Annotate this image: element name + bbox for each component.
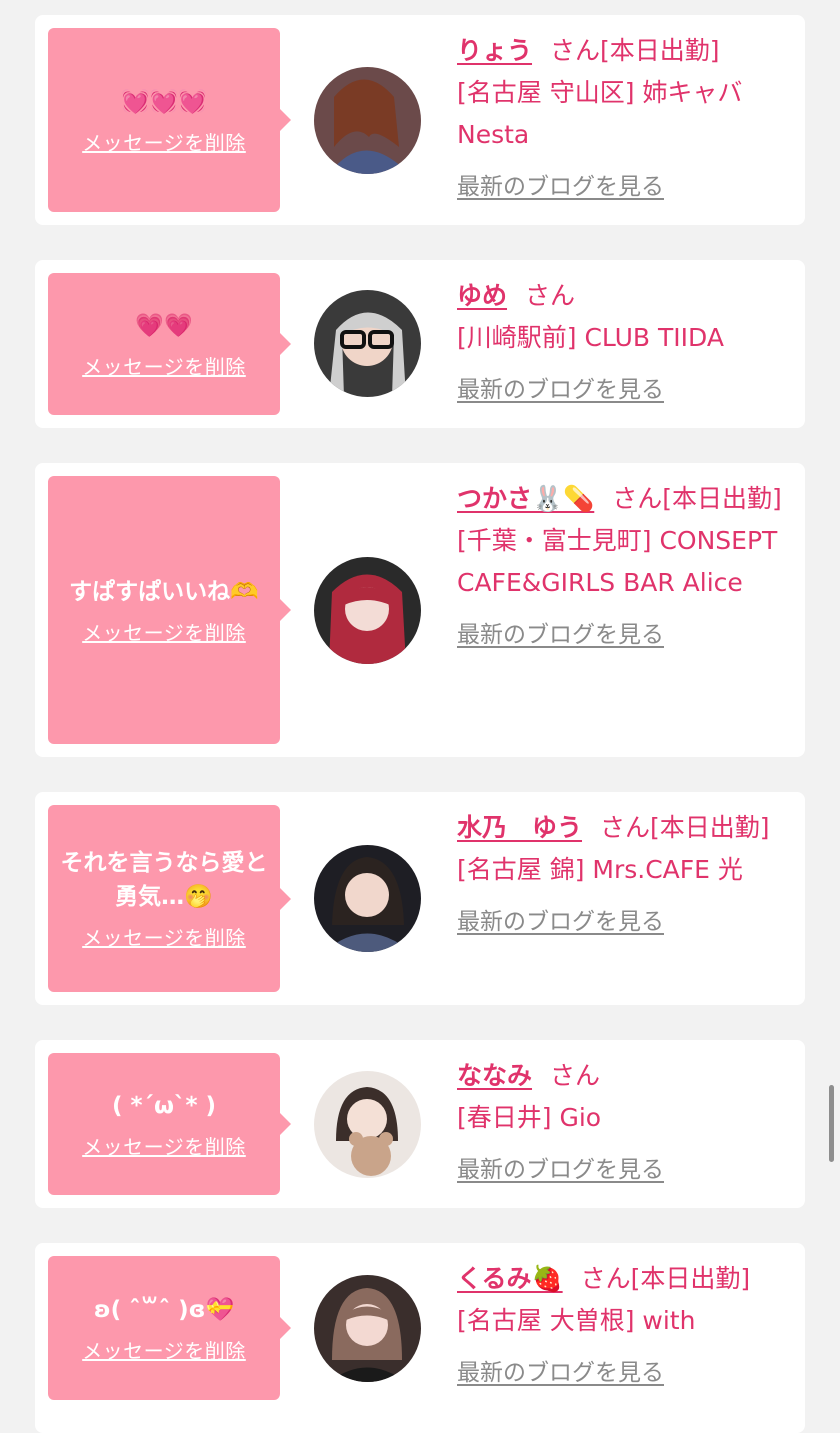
cast-info: りょう さん[本日出勤] [名古屋 守山区] 姉キャバ Nesta 最新のブログを… (457, 30, 792, 208)
message-card: ( *´ω`* ) メッセージを削除 ななみ さん [春日井] Gio 最新のブロ… (35, 1040, 805, 1208)
shop-name: [春日井] Gio (457, 1103, 602, 1132)
delete-message-button[interactable]: メッセージを削除 (82, 1335, 246, 1364)
honorific: さん (612, 484, 663, 513)
cast-name-link[interactable]: 水乃 ゆう (457, 813, 582, 842)
latest-blog-link[interactable]: 最新のブログを見る (457, 901, 664, 943)
delete-message-button[interactable]: メッセージを削除 (82, 127, 246, 156)
honorific: さん (580, 1264, 631, 1293)
delete-message-button[interactable]: メッセージを削除 (82, 1131, 246, 1160)
avatar[interactable] (314, 67, 421, 174)
cast-info: くるみ🍓 さん[本日出勤] [名古屋 大曽根] with 最新のブログを見る (457, 1258, 792, 1394)
message-card: それを言うなら愛と勇気…🤭 メッセージを削除 水乃 ゆう さん[本日出勤] [名古… (35, 792, 805, 1005)
cast-name-link[interactable]: くるみ🍓 (457, 1264, 563, 1293)
cast-info: ゆめ さん [川崎駅前] CLUB TIIDA 最新のブログを見る (457, 275, 792, 411)
honorific: さん (550, 1061, 601, 1090)
message-bubble: ( *´ω`* ) メッセージを削除 (48, 1053, 291, 1195)
honorific: さん (550, 36, 601, 65)
message-card: 💓💓💓 メッセージを削除 りょう さん[本日出勤] [名古屋 守山区] 姉キャバ … (35, 15, 805, 225)
cast-name-link[interactable]: ゆめ (457, 281, 507, 310)
cast-info: ななみ さん [春日井] Gio 最新のブログを見る (457, 1055, 792, 1191)
shop-name: [名古屋 錦] Mrs.CAFE 光 (457, 855, 743, 884)
message-bubble: それを言うなら愛と勇気…🤭 メッセージを削除 (48, 805, 291, 992)
message-text: 💓💓💓 (121, 88, 207, 115)
message-card: ʚ( ˆ꒳ˆ )ɞ💝 メッセージを削除 くるみ🍓 さん[本日出勤] [名古屋 大曽… (35, 1243, 805, 1433)
message-text: それを言うなら愛と勇気…🤭 (60, 850, 268, 910)
avatar[interactable] (314, 1071, 421, 1178)
avatar[interactable] (314, 845, 421, 952)
cast-name-link[interactable]: つかさ🐰💊 (457, 484, 594, 513)
message-text: 💗💗 (135, 312, 193, 339)
avatar-photo-icon (314, 557, 421, 664)
latest-blog-link[interactable]: 最新のブログを見る (457, 1149, 664, 1191)
message-text: ʚ( ˆ꒳ˆ )ɞ💝 (93, 1296, 235, 1323)
latest-blog-link[interactable]: 最新のブログを見る (457, 1352, 664, 1394)
avatar-photo-icon (314, 1071, 421, 1178)
message-bubble: 💗💗 メッセージを削除 (48, 273, 291, 415)
message-card: 💗💗 メッセージを削除 ゆめ さん [川崎駅前] CLUB TIIDA 最新のブロ… (35, 260, 805, 428)
work-status: [本日出勤] (650, 813, 770, 842)
shop-name: [名古屋 大曽根] with (457, 1306, 696, 1335)
latest-blog-link[interactable]: 最新のブログを見る (457, 614, 664, 656)
shop-name: [名古屋 守山区] 姉キャバ Nesta (457, 78, 743, 149)
delete-message-button[interactable]: メッセージを削除 (82, 617, 246, 646)
scrollbar[interactable] (829, 1085, 834, 1162)
delete-message-button[interactable]: メッセージを削除 (82, 922, 246, 951)
shop-name: [千葉・富士見町] CONSEPT CAFE&GIRLS BAR Alice (457, 526, 778, 597)
avatar[interactable] (314, 557, 421, 664)
avatar-photo-icon (314, 290, 421, 397)
latest-blog-link[interactable]: 最新のブログを見る (457, 369, 664, 411)
message-bubble: ʚ( ˆ꒳ˆ )ɞ💝 メッセージを削除 (48, 1256, 291, 1400)
avatar-photo-icon (314, 1275, 421, 1382)
message-bubble: 💓💓💓 メッセージを削除 (48, 28, 291, 212)
honorific: さん (525, 281, 576, 310)
avatar[interactable] (314, 1275, 421, 1382)
latest-blog-link[interactable]: 最新のブログを見る (457, 166, 664, 208)
avatar[interactable] (314, 290, 421, 397)
work-status: [本日出勤] (662, 484, 782, 513)
avatar-photo-icon (314, 67, 421, 174)
cast-info: つかさ🐰💊 さん[本日出勤] [千葉・富士見町] CONSEPT CAFE&GIR… (457, 478, 792, 656)
work-status: [本日出勤] (600, 36, 720, 65)
message-card: すぱすぱいいね🫶 メッセージを削除 つかさ🐰💊 さん[本日出勤] [千葉・富士見町… (35, 463, 805, 757)
work-status: [本日出勤] (630, 1264, 751, 1293)
cast-info: 水乃 ゆう さん[本日出勤] [名古屋 錦] Mrs.CAFE 光 最新のブログを… (457, 807, 792, 943)
avatar-photo-icon (314, 845, 421, 952)
shop-name: [川崎駅前] CLUB TIIDA (457, 323, 724, 352)
honorific: さん (600, 813, 651, 842)
message-text: すぱすぱいいね🫶 (69, 578, 259, 605)
cast-name-link[interactable]: ななみ (457, 1061, 532, 1090)
delete-message-button[interactable]: メッセージを削除 (82, 351, 246, 380)
cast-name-link[interactable]: りょう (457, 36, 532, 65)
message-bubble: すぱすぱいいね🫶 メッセージを削除 (48, 476, 291, 744)
message-text: ( *´ω`* ) (111, 1092, 217, 1119)
